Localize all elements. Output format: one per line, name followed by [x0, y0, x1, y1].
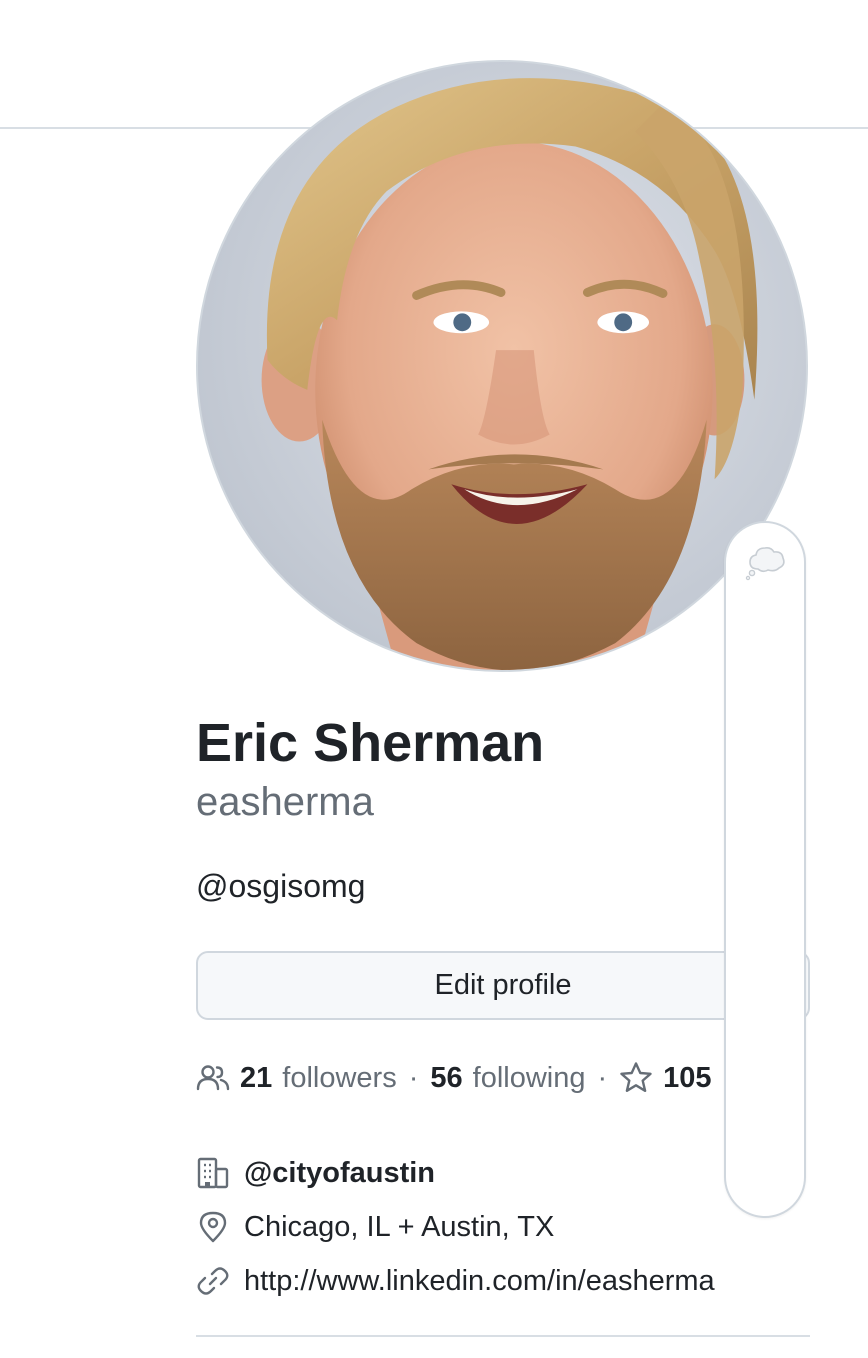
- followers-link[interactable]: 21 followers: [196, 1061, 397, 1095]
- profile-details: @cityofaustin Chicago, IL + Austin, TX h…: [196, 1146, 816, 1308]
- edit-profile-button[interactable]: Edit profile: [196, 951, 810, 1020]
- organization-row: @cityofaustin: [196, 1146, 816, 1200]
- link-icon: [197, 1267, 229, 1295]
- stars-link[interactable]: 105: [619, 1061, 712, 1095]
- location-text: Chicago, IL + Austin, TX: [244, 1210, 555, 1243]
- profile-full-name: Eric Sherman: [196, 713, 545, 773]
- website-link[interactable]: http://www.linkedin.com/in/easherma: [244, 1265, 715, 1298]
- section-divider: [196, 1335, 810, 1337]
- thought-bubble-icon: [745, 547, 785, 581]
- status-emoji-button[interactable]: [724, 521, 806, 1218]
- avatar-photo: [198, 62, 806, 670]
- stars-count: 105: [663, 1061, 712, 1094]
- following-count: 56: [430, 1061, 463, 1094]
- profile-bio: @osgisomg: [196, 868, 366, 904]
- profile-username: easherma: [196, 780, 374, 824]
- location-pin-icon: [199, 1211, 227, 1243]
- location-row: Chicago, IL + Austin, TX: [196, 1200, 816, 1254]
- people-icon: [196, 1065, 230, 1091]
- website-row: http://www.linkedin.com/in/easherma: [196, 1254, 816, 1308]
- star-icon: [620, 1062, 652, 1092]
- followers-label: followers: [282, 1061, 397, 1094]
- stats-separator: ·: [408, 1061, 419, 1094]
- organization-link[interactable]: @cityofaustin: [244, 1157, 435, 1190]
- building-icon: [197, 1157, 229, 1189]
- following-link[interactable]: 56 following: [430, 1062, 585, 1095]
- avatar[interactable]: [196, 60, 808, 672]
- following-label: following: [472, 1061, 586, 1094]
- followers-count: 21: [240, 1061, 273, 1094]
- profile-page: Eric Sherman easherma @osgisomg Edit pro…: [0, 0, 868, 1358]
- profile-stats: 21 followers · 56 following · 105: [196, 1056, 712, 1100]
- stats-separator: ·: [597, 1061, 608, 1094]
